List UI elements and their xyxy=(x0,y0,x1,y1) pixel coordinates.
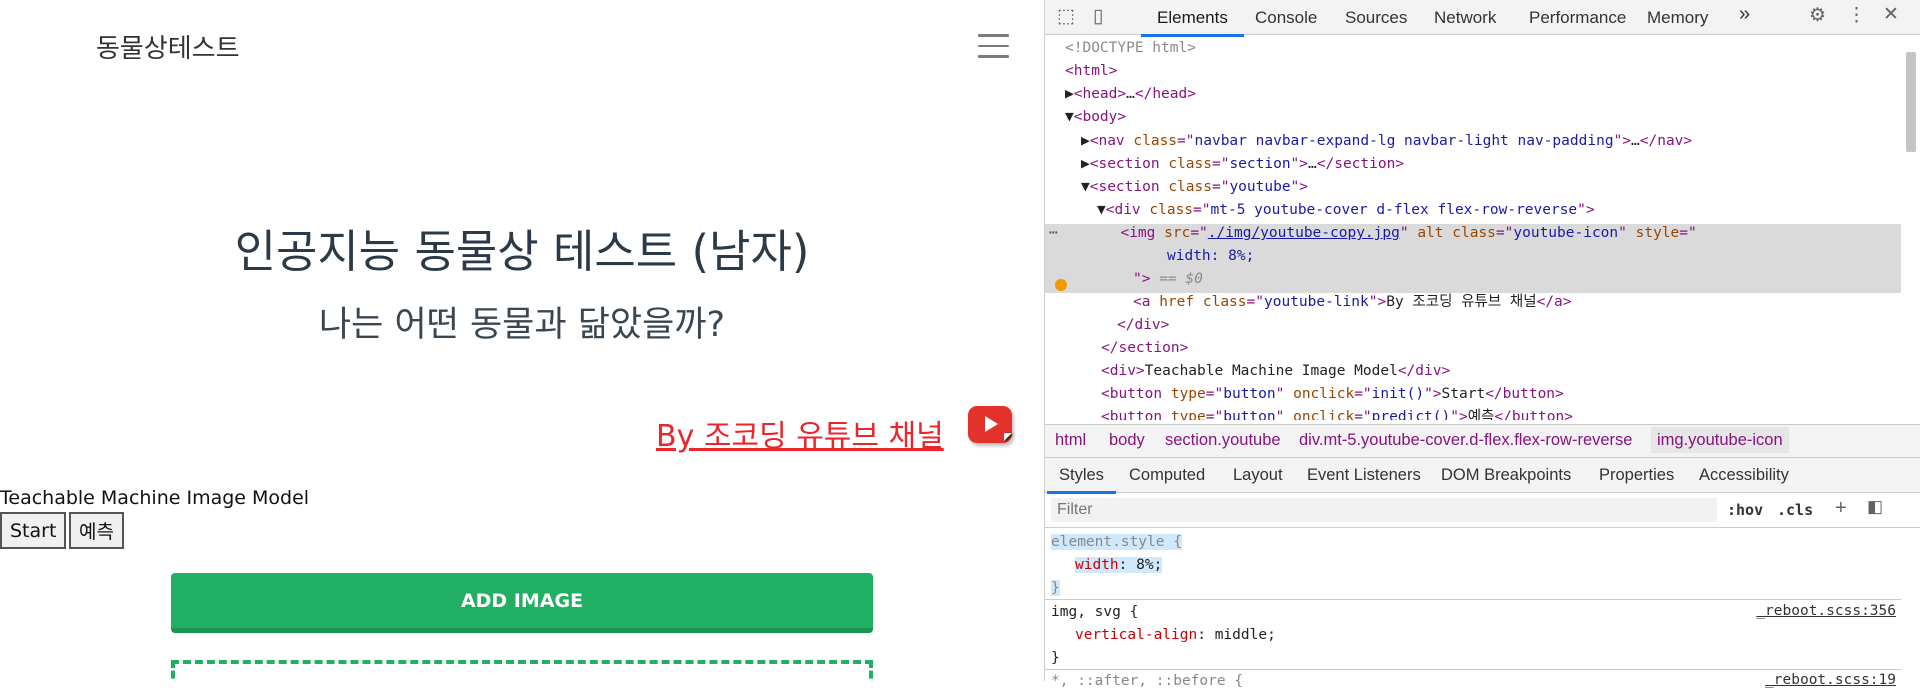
tab-console[interactable]: Console xyxy=(1255,8,1317,28)
page-title: 인공지능 동물상 테스트 (남자) xyxy=(234,225,810,278)
tab-network[interactable]: Network xyxy=(1434,8,1496,28)
dom-line-section-close[interactable]: </section> xyxy=(1101,337,1188,360)
hamburger-menu-icon[interactable] xyxy=(978,34,1009,58)
inspect-element-icon[interactable]: ⬚ xyxy=(1057,5,1075,28)
subtab-styles[interactable]: Styles xyxy=(1047,466,1116,494)
expand-arrow-icon[interactable]: ▶ xyxy=(1065,86,1074,102)
style-rule-universal[interactable]: *, ::after, ::before { xyxy=(1051,670,1243,693)
dom-line-html[interactable]: <html> xyxy=(1065,60,1117,83)
breadcrumb-div[interactable]: div.mt-5.youtube-cover.d-flex.flex-row-r… xyxy=(1299,431,1632,450)
dom-scrollbar[interactable] xyxy=(1906,52,1916,152)
dom-tree: <!DOCTYPE html> <html> ▶<head>…</head> ▼… xyxy=(1045,36,1901,420)
cls-toggle[interactable]: .cls xyxy=(1777,501,1813,519)
web-page-viewport: 동물상테스트 인공지능 동물상 테스트 (남자) 나는 어떤 동물과 닮았을까?… xyxy=(0,0,1044,681)
subtab-computed[interactable]: Computed xyxy=(1129,466,1205,485)
image-upload-dropzone[interactable] xyxy=(171,660,873,681)
hov-toggle[interactable]: :hov xyxy=(1727,501,1763,519)
tab-sources[interactable]: Sources xyxy=(1345,8,1407,28)
new-rule-plus-icon[interactable]: + xyxy=(1835,497,1847,520)
breadcrumb-section[interactable]: section.youtube xyxy=(1165,431,1281,450)
subtab-event-listeners[interactable]: Event Listeners xyxy=(1307,466,1421,485)
device-toolbar-icon[interactable]: ▯ xyxy=(1093,5,1103,28)
dom-line-start-button[interactable]: <button type="button" onclick="init()">S… xyxy=(1101,383,1564,406)
source-link-reboot-356[interactable]: _reboot.scss:356 xyxy=(1756,603,1896,619)
dom-line-anchor[interactable]: <a href class="youtube-link">By 조코딩 유튜브 … xyxy=(1133,291,1572,314)
dom-line-img-selected[interactable]: ⋯ <img src="./img/youtube-copy.jpg" alt … xyxy=(1049,222,1697,245)
dom-line-div-cover[interactable]: ▼<div class="mt-5 youtube-cover d-flex f… xyxy=(1097,199,1595,222)
subtab-accessibility[interactable]: Accessibility xyxy=(1699,466,1789,485)
dom-line-section-youtube[interactable]: ▼<section class="youtube"> xyxy=(1081,176,1308,199)
dom-line-div-close[interactable]: </div> xyxy=(1117,314,1169,337)
breakpoint-dot-icon xyxy=(1055,279,1067,291)
dom-line-tm-div[interactable]: <div>Teachable Machine Image Model</div> xyxy=(1101,360,1450,383)
more-tabs-icon[interactable]: » xyxy=(1739,3,1750,26)
settings-gear-icon[interactable]: ⚙ xyxy=(1809,4,1826,27)
dom-line-head[interactable]: ▶<head>…</head> xyxy=(1065,83,1196,106)
styles-subtabbar: Styles Computed Layout Event Listeners D… xyxy=(1045,458,1920,494)
more-options-icon[interactable]: ⋮ xyxy=(1847,4,1866,27)
dom-line-body[interactable]: ▼<body> xyxy=(1065,106,1126,129)
rule-separator xyxy=(1045,599,1901,600)
ellipsis-icon: ⋯ xyxy=(1049,225,1058,241)
tab-performance[interactable]: Performance xyxy=(1529,8,1626,28)
dom-line-predict-button[interactable]: <button type="button" onclick="predict()… xyxy=(1101,406,1573,420)
page-subtitle: 나는 어떤 동물과 닮았을까? xyxy=(318,305,726,345)
devtools-tabbar: ⬚ ▯ Elements Console Sources Network Per… xyxy=(1045,0,1920,37)
devtools-panel: ⬚ ▯ Elements Console Sources Network Per… xyxy=(1044,0,1920,689)
breadcrumb-body[interactable]: body xyxy=(1109,431,1145,450)
dom-line-nav[interactable]: ▶<nav class="navbar navbar-expand-lg nav… xyxy=(1081,130,1692,153)
subtab-dom-breakpoints[interactable]: DOM Breakpoints xyxy=(1441,466,1571,485)
breadcrumb-img[interactable]: img.youtube-icon xyxy=(1651,427,1789,453)
dom-line-doctype[interactable]: <!DOCTYPE html> xyxy=(1065,37,1196,60)
tab-elements[interactable]: Elements xyxy=(1141,8,1244,37)
dom-line-img-style: width: 8%; xyxy=(1167,248,1255,264)
close-icon[interactable]: ✕ xyxy=(1883,3,1899,26)
style-rule-element[interactable]: element.style { width: 8%; } xyxy=(1051,531,1182,600)
add-image-button[interactable]: ADD IMAGE xyxy=(171,573,873,633)
source-link-reboot-19[interactable]: _reboot.scss:19 xyxy=(1765,672,1896,688)
dom-line-img-end: "> == $0 xyxy=(1133,271,1203,287)
start-button[interactable]: Start xyxy=(0,512,67,549)
teachable-machine-label: Teachable Machine Image Model xyxy=(0,487,310,509)
subtab-layout[interactable]: Layout xyxy=(1233,466,1283,485)
mouse-cursor-icon xyxy=(1004,433,1012,441)
collapse-arrow-icon[interactable]: ▼ xyxy=(1065,109,1074,125)
predict-button[interactable]: 예측 xyxy=(69,512,124,549)
tab-memory[interactable]: Memory xyxy=(1647,8,1708,28)
style-rule-img-svg[interactable]: img, svg { vertical-align: middle; } xyxy=(1051,601,1276,670)
toggle-sidebar-icon[interactable]: ◧ xyxy=(1867,497,1883,517)
dom-line-section[interactable]: ▶<section class="section">…</section> xyxy=(1081,153,1404,176)
breadcrumb-html[interactable]: html xyxy=(1055,431,1086,450)
breadcrumb: html body section.youtube div.mt-5.youtu… xyxy=(1045,424,1920,458)
navbar-brand[interactable]: 동물상테스트 xyxy=(96,28,240,65)
subtab-properties[interactable]: Properties xyxy=(1599,466,1674,485)
styles-filter-row: :hov .cls + ◧ xyxy=(1045,494,1920,528)
filter-input[interactable] xyxy=(1051,498,1717,522)
youtube-link[interactable]: By 조코딩 유튜브 채널 xyxy=(656,411,944,455)
